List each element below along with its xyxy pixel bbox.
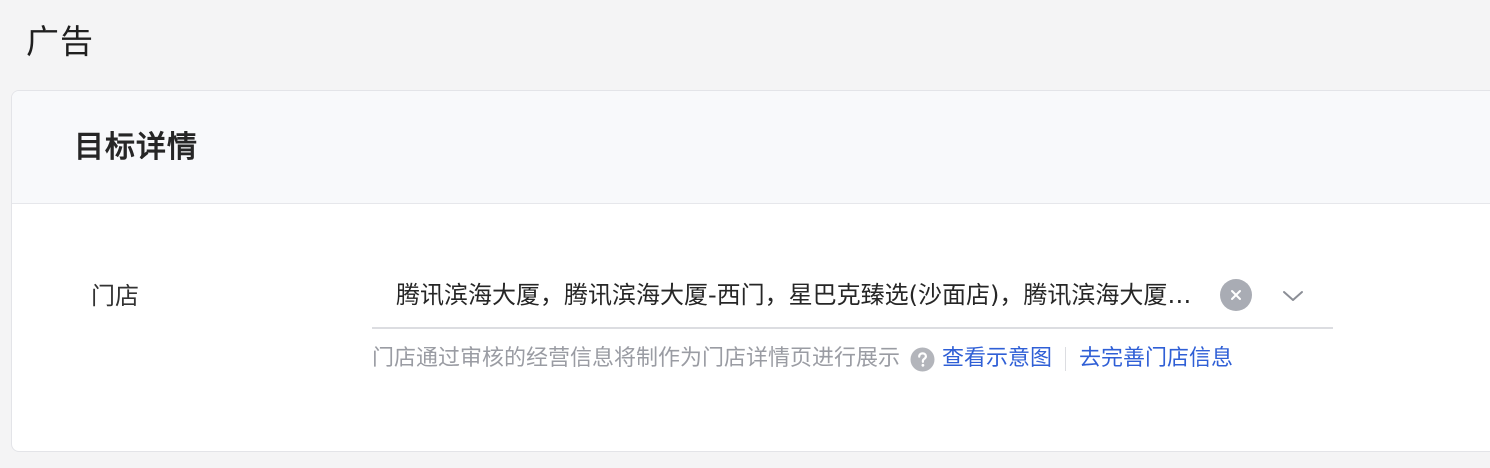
clear-icon[interactable] — [1220, 279, 1252, 311]
store-select[interactable]: 腾讯滨海大厦，腾讯滨海大厦-西门，星巴克臻选(沙面店)，腾讯滨海大厦东门，腾讯大… — [372, 267, 1333, 329]
question-circle-icon[interactable] — [910, 347, 935, 372]
link-divider — [1065, 347, 1067, 371]
view-example-link[interactable]: 查看示意图 — [942, 343, 1052, 375]
card-header: 目标详情 — [12, 91, 1490, 204]
store-field-helper: 门店通过审核的经营信息将制作为门店详情页进行展示 查看示意图 去完善门店信息 — [372, 343, 1233, 375]
chevron-down-icon[interactable] — [1278, 281, 1308, 311]
store-field-label: 门店 — [91, 282, 139, 310]
clear-x-glyph — [1231, 290, 1241, 300]
helper-text: 门店通过审核的经营信息将制作为门店详情页进行展示 — [372, 346, 901, 371]
card-title: 目标详情 — [74, 130, 198, 165]
complete-store-info-link[interactable]: 去完善门店信息 — [1079, 343, 1233, 375]
target-details-card: 目标详情 门店 腾讯滨海大厦，腾讯滨海大厦-西门，星巴克臻选(沙面店)，腾讯滨海… — [11, 90, 1490, 452]
question-circle-glyph — [910, 347, 935, 371]
chevron-down-glyph — [1283, 291, 1303, 301]
store-select-value[interactable]: 腾讯滨海大厦，腾讯滨海大厦-西门，星巴克臻选(沙面店)，腾讯滨海大厦东门，腾讯大… — [396, 279, 1214, 311]
page-title: 广告 — [26, 22, 94, 61]
